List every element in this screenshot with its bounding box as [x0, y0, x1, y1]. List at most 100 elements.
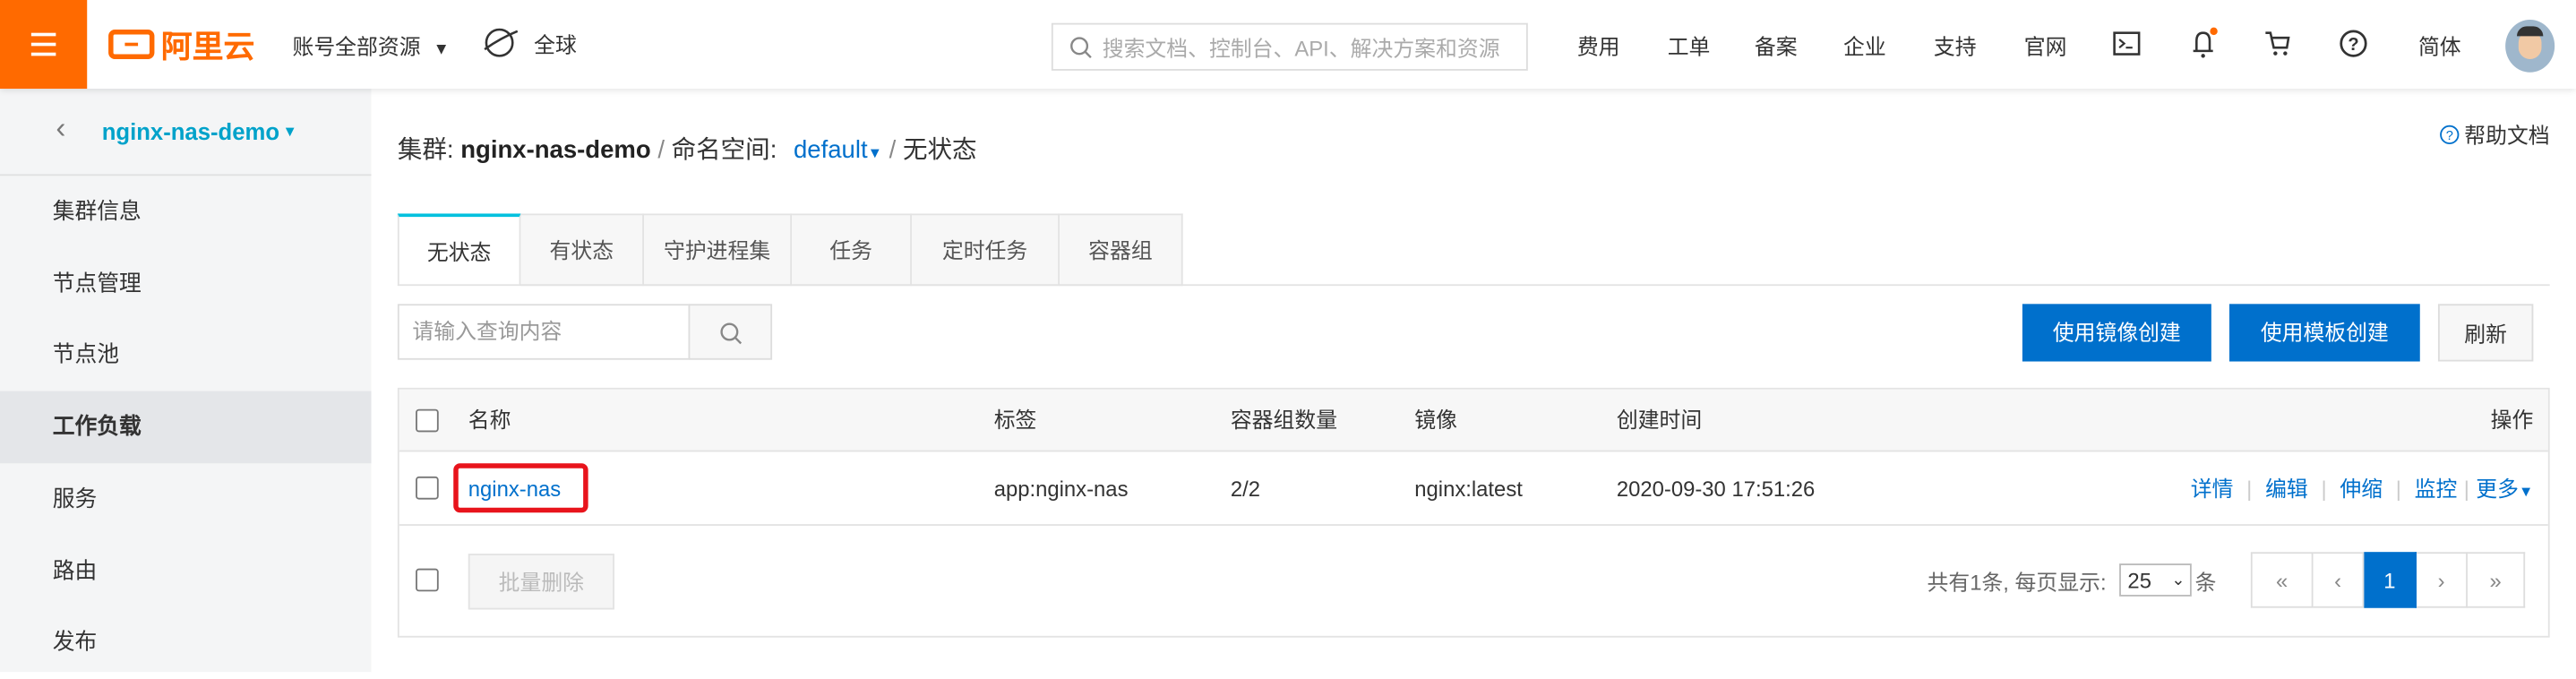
action-scale[interactable]: 伸缩	[2340, 477, 2383, 502]
help-docs-label: 帮助文档	[2464, 123, 2550, 149]
workload-created-time: 2020-09-30 17:51:26	[1616, 476, 1816, 502]
sidebar-item-node-pools[interactable]: 节点池	[0, 319, 372, 391]
select-all-checkbox[interactable]	[416, 408, 439, 433]
brand-text: 阿里云	[160, 30, 255, 65]
chevron-down-icon: ⌄	[2171, 572, 2185, 590]
nav-tickets[interactable]: 工单	[1668, 30, 1711, 61]
prev-page-button[interactable]: ‹	[2313, 552, 2365, 608]
namespace-value: default	[794, 136, 868, 165]
row-checkbox[interactable]	[416, 476, 439, 500]
nav-billing[interactable]: 费用	[1577, 30, 1620, 61]
namespace-dropdown[interactable]: default▼	[794, 136, 882, 164]
avatar[interactable]	[2505, 20, 2555, 73]
workload-tabs: 无状态 有状态 守护进程集 任务 定时任务 容器组	[397, 213, 1183, 287]
caret-down-icon: ▼	[2518, 483, 2534, 500]
page-size-select[interactable]: 25 ⌄	[2119, 563, 2192, 597]
workload-pod-count: 2/2	[1230, 476, 1260, 502]
page-size-value: 25	[2127, 568, 2151, 594]
create-from-template-button[interactable]: 使用模板创建	[2229, 304, 2420, 362]
search-placeholder: 搜索文档、控制台、API、解决方案和资源	[1102, 36, 1500, 61]
action-more[interactable]: 更多▼	[2476, 477, 2533, 502]
question-circle-icon: ?	[2440, 124, 2460, 144]
caret-down-icon: ▼	[867, 144, 882, 161]
cluster-name[interactable]: nginx-nas-demo	[102, 118, 279, 144]
query-search-button[interactable]	[688, 304, 773, 360]
nav-support[interactable]: 支持	[1934, 30, 1977, 61]
nav-enterprise[interactable]: 企业	[1843, 30, 1886, 61]
tab-statefulsets[interactable]: 有状态	[520, 213, 645, 287]
row-actions: 详情 | 编辑 | 伸缩 | 监控 | 更多▼	[2190, 476, 2534, 502]
sidebar: ‹ nginx-nas-demo ▼ 集群信息 节点管理 节点池 工作负载 服务…	[0, 89, 372, 673]
svg-text:?: ?	[2446, 128, 2453, 142]
aliyun-logo[interactable]: 阿里云	[108, 26, 254, 64]
workload-table: 名称 标签 容器组数量 镜像 创建时间 操作 nginx-nas app:ngi…	[397, 387, 2550, 638]
top-bar: 阿里云 账号全部资源 ▼ 全球 搜索文档、控制台、API、解决方案和资源 费用 …	[0, 0, 2576, 90]
tab-jobs[interactable]: 任务	[792, 213, 912, 287]
nav-icp[interactable]: 备案	[1755, 30, 1798, 61]
caret-down-icon: ▼	[282, 123, 297, 140]
region-selector[interactable]: 全球	[481, 25, 577, 61]
breadcrumb-separator: /	[657, 136, 665, 165]
breadcrumb-current: 无状态	[902, 136, 977, 165]
tab-divider	[397, 284, 2550, 287]
back-chevron-icon[interactable]: ‹	[56, 112, 65, 147]
language-switch[interactable]: 简体	[2418, 30, 2461, 61]
tab-cronjobs[interactable]: 定时任务	[911, 213, 1060, 287]
search-icon	[1070, 36, 1092, 58]
breadcrumb-cluster: nginx-nas-demo	[460, 136, 651, 165]
action-more-label: 更多	[2476, 476, 2519, 502]
action-details[interactable]: 详情	[2191, 477, 2234, 502]
region-label: 全球	[534, 31, 577, 57]
breadcrumb-separator: /	[889, 136, 897, 165]
sidebar-item-cluster-info[interactable]: 集群信息	[0, 176, 372, 248]
cart-icon[interactable]	[2264, 30, 2292, 57]
column-pod-count: 容器组数量	[1230, 407, 1338, 433]
total-count-text: 共有1条, 每页显示:	[1927, 569, 2107, 595]
create-from-image-button[interactable]: 使用镜像创建	[2022, 304, 2211, 362]
first-page-button[interactable]: «	[2250, 552, 2314, 608]
page-size-unit: 条	[2194, 569, 2217, 595]
account-resources-label: 账号全部资源	[292, 34, 421, 60]
breadcrumb: 集群: nginx-nas-demo / 命名空间: default▼ / 无状…	[398, 132, 977, 167]
workload-labels: app:nginx-nas	[993, 476, 1129, 502]
search-icon	[720, 322, 743, 345]
action-edit[interactable]: 编辑	[2265, 477, 2308, 502]
cluster-switcher[interactable]: ‹ nginx-nas-demo ▼	[0, 89, 372, 176]
column-labels: 标签	[993, 407, 1037, 433]
aliyun-logo-icon	[108, 30, 155, 60]
column-actions: 操作	[2490, 407, 2534, 433]
workload-name-link[interactable]: nginx-nas	[468, 478, 561, 500]
sidebar-item-nodes[interactable]: 节点管理	[0, 248, 372, 321]
tab-deployments[interactable]: 无状态	[397, 213, 521, 287]
bell-icon[interactable]	[2190, 26, 2220, 59]
batch-delete-button[interactable]: 批量删除	[468, 554, 614, 610]
tab-pods[interactable]: 容器组	[1060, 213, 1183, 287]
sidebar-item-workloads[interactable]: 工作负载	[0, 391, 372, 464]
pagination: « ‹ 1 › »	[2250, 552, 2526, 608]
help-icon[interactable]: ?	[2340, 30, 2367, 57]
help-docs-link[interactable]: ? 帮助文档	[2440, 118, 2550, 150]
next-page-button[interactable]: ›	[2417, 552, 2468, 608]
breadcrumb-cluster-label: 集群:	[397, 136, 454, 165]
footer-select-all-checkbox[interactable]	[416, 568, 439, 592]
global-search-input[interactable]: 搜索文档、控制台、API、解决方案和资源	[1051, 22, 1528, 71]
last-page-button[interactable]: »	[2467, 552, 2526, 608]
column-name: 名称	[468, 407, 511, 433]
sidebar-item-services[interactable]: 服务	[0, 463, 372, 536]
sidebar-item-ingresses[interactable]: 路由	[0, 536, 372, 608]
action-monitor[interactable]: 监控	[2415, 477, 2458, 502]
terminal-icon[interactable]	[2113, 31, 2141, 56]
page-size-control: 共有1条, 每页显示: 25 ⌄ 条	[1928, 563, 2217, 597]
table-row: nginx-nas app:nginx-nas 2/2 nginx:latest…	[399, 451, 2548, 526]
query-input[interactable]: 请输入查询内容	[397, 304, 691, 360]
nav-official-site[interactable]: 官网	[2024, 30, 2067, 61]
refresh-button[interactable]: 刷新	[2437, 304, 2534, 362]
column-created: 创建时间	[1616, 407, 1703, 433]
page-1-button[interactable]: 1	[2364, 552, 2417, 608]
account-resources-dropdown[interactable]: 账号全部资源 ▼	[292, 30, 449, 61]
sidebar-item-releases[interactable]: 发布	[0, 606, 372, 679]
tab-daemonsets[interactable]: 守护进程集	[644, 213, 793, 287]
caret-down-icon: ▼	[433, 40, 450, 60]
breadcrumb-namespace-label: 命名空间:	[671, 136, 777, 165]
hamburger-menu-button[interactable]	[0, 0, 88, 90]
